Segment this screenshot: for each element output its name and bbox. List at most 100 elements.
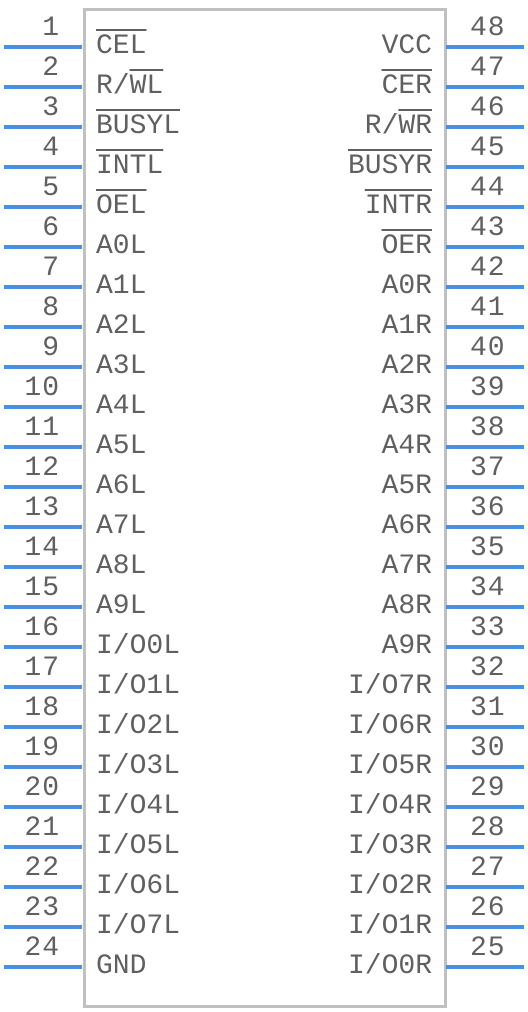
pin-label: A2R [381, 351, 432, 382]
pin-label: INTR [132, 193, 432, 221]
pin-label: I/O0R [347, 951, 432, 982]
pin-number: 36 [470, 493, 506, 524]
pin-label: I/O5R [347, 751, 432, 782]
pin-label: A6R [381, 511, 432, 542]
pin-label: BUSYR [132, 153, 432, 181]
pin-line [4, 565, 82, 569]
pin-label: A5R [381, 471, 432, 502]
pin-number: 34 [470, 573, 506, 604]
pin-line [446, 725, 524, 729]
pin-line [4, 405, 82, 409]
pin-line [446, 365, 524, 369]
active-low-overline: WR [398, 111, 432, 142]
pin-line [4, 45, 82, 49]
pin-label: A9R [381, 631, 432, 662]
pin-number: 43 [470, 213, 506, 244]
pin-number: 6 [42, 213, 60, 244]
pin-number: 9 [42, 333, 60, 364]
pin-line [446, 845, 524, 849]
pin-line [4, 965, 82, 969]
pin-number: 19 [24, 733, 60, 764]
pin-number: 17 [24, 653, 60, 684]
pin-line [4, 605, 82, 609]
pin-line [4, 525, 82, 529]
pin-number: 30 [470, 733, 506, 764]
pin-line [446, 125, 524, 129]
pin-label: A7R [381, 551, 432, 582]
pin-line [4, 485, 82, 489]
pin-label: A4R [381, 431, 432, 462]
pin-label: A8R [381, 591, 432, 622]
pin-number: 10 [24, 373, 60, 404]
pin-line [4, 165, 82, 169]
pin-number: 33 [470, 613, 506, 644]
pin-line [446, 765, 524, 769]
pin-number: 37 [470, 453, 506, 484]
pin-number: 38 [470, 413, 506, 444]
pin-label: A3R [381, 391, 432, 422]
active-low-overline: CER [381, 71, 432, 102]
pin-label: OER [132, 233, 432, 261]
pin-label: I/O2R [347, 871, 432, 902]
pin-number: 48 [470, 13, 506, 44]
pin-line [446, 965, 524, 969]
pin-number: 3 [42, 93, 60, 124]
pin-number: 4 [42, 133, 60, 164]
pin-line [4, 685, 82, 689]
pin-line [446, 445, 524, 449]
pin-number: 21 [24, 813, 60, 844]
pin-number: 14 [24, 533, 60, 564]
pin-line [4, 645, 82, 649]
pin-line [446, 165, 524, 169]
pin-number: 18 [24, 693, 60, 724]
pin-label: I/O6R [347, 711, 432, 742]
pin-line [4, 845, 82, 849]
active-low-overline: BUSYR [347, 151, 432, 182]
pin-line [4, 765, 82, 769]
pin-number: 31 [470, 693, 506, 724]
pin-line [4, 725, 82, 729]
pin-line [446, 485, 524, 489]
ic-schematic-symbol: 1 CEL 2 R/WL 3 BUSYL 4 INTL 5 OEL 6 A0L 7 A1L 8 A2L 9 A3L… [0, 0, 528, 1012]
pin-line [446, 45, 524, 49]
pin-number: 2 [42, 53, 60, 84]
pin-line [446, 885, 524, 889]
pin-label: I/O7R [347, 671, 432, 702]
pin-label: I/O4R [347, 791, 432, 822]
pin-number: 46 [470, 93, 506, 124]
pin-line [446, 605, 524, 609]
pin-line [446, 685, 524, 689]
pin-line [446, 85, 524, 89]
pin-line [446, 925, 524, 929]
pin-number: 32 [470, 653, 506, 684]
pin-number: 11 [24, 413, 60, 444]
pin-number: 29 [470, 773, 506, 804]
pin-line [4, 245, 82, 249]
pin-number: 45 [470, 133, 506, 164]
pin-line [446, 645, 524, 649]
pin-number: 15 [24, 573, 60, 604]
pin-number: 28 [470, 813, 506, 844]
pin-number: 47 [470, 53, 506, 84]
pin-number: 16 [24, 613, 60, 644]
pin-number: 44 [470, 173, 506, 204]
active-low-overline: INTR [364, 191, 432, 222]
pin-label: R/WR [364, 111, 432, 142]
pin-line [446, 565, 524, 569]
pin-line [4, 85, 82, 89]
pin-line [446, 805, 524, 809]
pin-line [446, 405, 524, 409]
pin-line [4, 805, 82, 809]
pin-label: VCC [381, 31, 432, 62]
pin-number: 24 [24, 933, 60, 964]
pin-number: 35 [470, 533, 506, 564]
pin-number: 20 [24, 773, 60, 804]
pin-number: 12 [24, 453, 60, 484]
pin-label: A0R [381, 271, 432, 302]
pin-number: 7 [42, 253, 60, 284]
pin-number: 26 [470, 893, 506, 924]
pin-number: 42 [470, 253, 506, 284]
pin-line [446, 285, 524, 289]
pin-label: I/O3R [347, 831, 432, 862]
pin-label: I/O1R [347, 911, 432, 942]
